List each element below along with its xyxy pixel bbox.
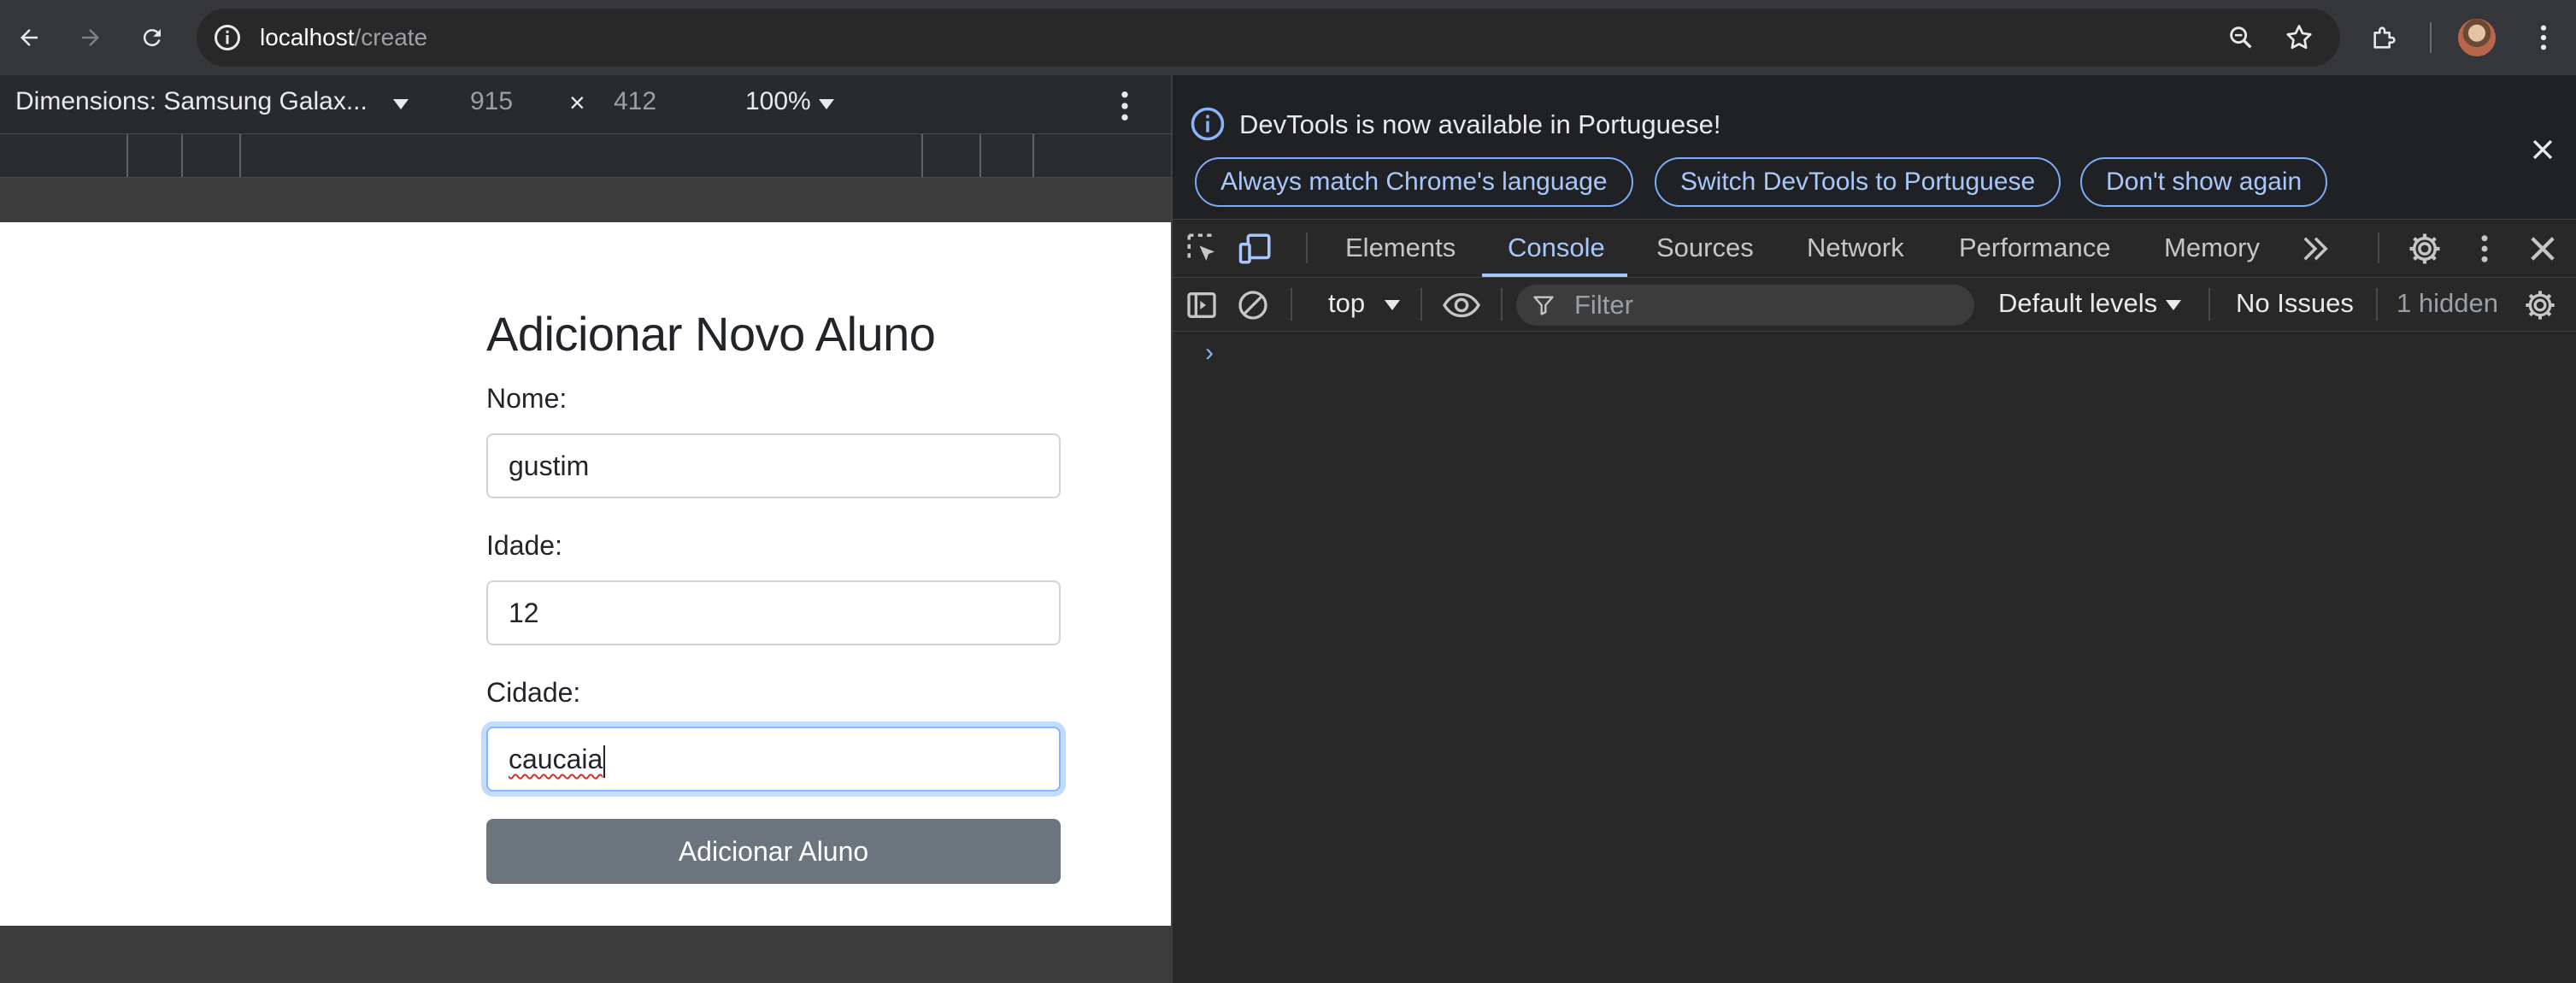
ruler-tick: [181, 134, 183, 177]
log-levels-select[interactable]: Default levels: [1998, 288, 2157, 319]
tab-network[interactable]: Network: [1807, 219, 1904, 277]
toolbar-separator: [1501, 288, 1503, 321]
ruler-tick: [1032, 134, 1034, 177]
language-infobar: DevTools is now available in Portuguese!…: [1173, 75, 2576, 220]
close-icon[interactable]: [2528, 135, 2557, 164]
tab-console[interactable]: Console: [1508, 219, 1605, 277]
emulated-page: Adicionar Novo Aluno Nome: gustim Idade:…: [0, 222, 1171, 926]
viewport-gutter-bottom: [0, 926, 1171, 983]
profile-avatar[interactable]: [2458, 19, 2496, 56]
url-text[interactable]: localhost/create: [260, 9, 427, 67]
browser-toolbar: localhost/create: [0, 0, 2576, 75]
idade-value: 12: [509, 597, 539, 628]
reload-button[interactable]: [130, 15, 174, 60]
context-dropdown-caret-icon[interactable]: [1385, 300, 1400, 310]
filter-funnel-icon: [1533, 296, 1554, 315]
switch-to-portuguese-button[interactable]: Switch DevTools to Portuguese: [1655, 157, 2061, 207]
arrow-right-icon: [82, 29, 99, 46]
idade-input[interactable]: 12: [486, 580, 1061, 645]
nome-input[interactable]: gustim: [486, 433, 1061, 498]
active-tab-indicator: [1482, 274, 1627, 277]
tab-memory[interactable]: Memory: [2164, 219, 2260, 277]
infobar-message: DevTools is now available in Portuguese!: [1239, 109, 1721, 139]
close-devtools-icon[interactable]: [2525, 231, 2561, 267]
tab-separator: [1306, 233, 1308, 263]
clear-console-icon[interactable]: [1236, 288, 1270, 322]
address-bar[interactable]: localhost/create: [197, 9, 2340, 67]
devtools-menu-icon[interactable]: [2467, 231, 2502, 267]
reload-icon: [143, 29, 161, 47]
always-match-language-button[interactable]: Always match Chrome's language: [1195, 157, 1633, 207]
toolbar-separator: [2430, 22, 2432, 53]
issues-counter[interactable]: No Issues: [2236, 288, 2354, 319]
inspect-element-icon[interactable]: [1185, 231, 1220, 267]
sidebar-toggle-icon[interactable]: [1185, 288, 1219, 322]
tab-sources[interactable]: Sources: [1656, 219, 1754, 277]
devtools-tab-bar: Elements Console Sources Network Perform…: [1173, 219, 2576, 278]
device-more-options-icon[interactable]: [1111, 89, 1138, 123]
site-info-icon[interactable]: [212, 22, 243, 53]
text-caret: [603, 745, 606, 778]
device-toggle-icon[interactable]: [1238, 231, 1273, 267]
filter-placeholder: Filter: [1574, 290, 1633, 320]
cidade-value: caucaia: [509, 744, 603, 774]
ruler-tick: [239, 134, 241, 177]
nome-label: Nome:: [486, 383, 568, 414]
console-settings-gear-icon[interactable]: [2523, 288, 2557, 322]
ruler-tick: [126, 134, 128, 177]
dimension-separator: ×: [569, 87, 585, 118]
arrow-left-icon: [21, 29, 38, 46]
live-expression-eye-icon[interactable]: [1441, 288, 1482, 322]
zoom-dropdown-caret-icon[interactable]: [819, 99, 834, 109]
ruler-tick: [979, 134, 981, 177]
filter-input[interactable]: Filter: [1516, 285, 1974, 326]
idade-label: Idade:: [486, 530, 562, 561]
zoom-icon[interactable]: [2224, 21, 2258, 55]
chrome-menu-icon[interactable]: [2521, 15, 2566, 60]
cidade-input[interactable]: caucaia: [486, 727, 1061, 792]
extensions-icon[interactable]: [2362, 15, 2407, 60]
toolbar-separator: [2208, 288, 2210, 321]
devtools-panel: DevTools is now available in Portuguese!…: [1171, 75, 2576, 983]
console-toolbar: top Filter Default levels No Issues 1 hi…: [1173, 278, 2576, 332]
console-prompt[interactable]: ›: [1205, 338, 1214, 368]
toolbar-separator: [2376, 288, 2378, 321]
viewport-gutter-top: [0, 178, 1171, 222]
cidade-label: Cidade:: [486, 677, 581, 708]
media-query-ruler[interactable]: [0, 133, 1171, 178]
nome-value: gustim: [509, 450, 590, 481]
device-height-input[interactable]: 412: [614, 87, 656, 116]
toolbar-separator: [1420, 288, 1422, 321]
adicionar-aluno-button[interactable]: Adicionar Aluno: [486, 819, 1061, 884]
device-select[interactable]: Dimensions: Samsung Galax...: [15, 87, 368, 116]
ruler-tick: [921, 134, 923, 177]
dont-show-again-button[interactable]: Don't show again: [2080, 157, 2328, 207]
device-width-input[interactable]: 915: [470, 87, 513, 116]
hidden-messages-count: 1 hidden: [2397, 288, 2498, 318]
settings-gear-icon[interactable]: [2407, 231, 2443, 267]
zoom-select[interactable]: 100%: [745, 87, 811, 116]
tab-performance[interactable]: Performance: [1959, 219, 2110, 277]
context-select[interactable]: top: [1328, 288, 1365, 319]
page-title: Adicionar Novo Aluno: [486, 307, 936, 361]
forward-button[interactable]: [68, 15, 113, 60]
device-dropdown-caret-icon[interactable]: [393, 99, 409, 109]
log-levels-caret-icon[interactable]: [2166, 300, 2181, 310]
back-button[interactable]: [7, 15, 51, 60]
tab-separator: [2378, 233, 2379, 263]
tab-elements[interactable]: Elements: [1345, 219, 1456, 277]
more-tabs-chevron-icon[interactable]: [2297, 231, 2333, 267]
info-icon: [1191, 107, 1225, 141]
toolbar-separator: [1291, 288, 1292, 321]
bookmark-star-icon[interactable]: [2282, 21, 2316, 55]
